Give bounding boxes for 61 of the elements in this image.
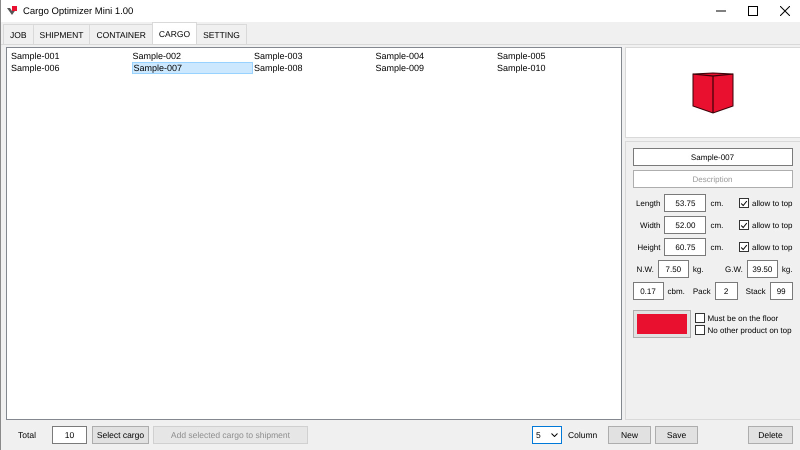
field-label: Width <box>638 220 660 230</box>
input-field[interactable]: 53.75 <box>664 194 706 212</box>
field-label: Length <box>634 198 660 208</box>
caret-icon <box>551 433 558 437</box>
unit-label: cbm. <box>668 286 685 296</box>
checkbox[interactable] <box>694 325 704 335</box>
field-label: Height <box>636 242 660 252</box>
field-label: Stack <box>746 286 766 296</box>
name-field[interactable]: Sample-007 <box>632 148 792 166</box>
cargo-item[interactable]: Sample-003 <box>253 50 374 62</box>
tab[interactable]: JOB <box>3 24 34 44</box>
option-label: No other product on top <box>708 326 792 334</box>
option-label: Must be on the floor <box>708 314 778 322</box>
description-field[interactable]: Description <box>632 170 792 188</box>
column-select[interactable]: 5 <box>532 426 562 444</box>
cargo-item[interactable]: Sample-006 <box>10 62 132 74</box>
cargo-item[interactable]: Sample-010 <box>496 62 618 74</box>
field-label: N.W. <box>635 264 654 274</box>
unit-label: cm. <box>710 198 724 208</box>
cargo-item[interactable]: Sample-001 <box>10 50 132 62</box>
color-swatch[interactable] <box>632 310 690 338</box>
close-icon[interactable] <box>780 6 790 16</box>
box-icon <box>692 72 734 114</box>
cargo-item[interactable]: Sample-004 <box>374 50 496 62</box>
checkbox[interactable] <box>739 220 750 230</box>
option-label: allow to top <box>752 198 792 208</box>
cargo-item[interactable]: Sample-005 <box>496 50 618 62</box>
input-field[interactable]: 60.75 <box>664 238 706 256</box>
cargo-item[interactable]: Sample-007 <box>132 62 253 74</box>
unit-label: kg. <box>692 264 704 274</box>
maximize-icon[interactable] <box>748 6 758 16</box>
column-label: Column <box>568 430 598 440</box>
checkbox[interactable] <box>694 313 704 323</box>
cargo-item[interactable]: Sample-009 <box>374 62 496 74</box>
unit-label: cm. <box>710 242 724 252</box>
input-field[interactable]: 7.50 <box>658 260 689 278</box>
input-field[interactable]: 52.00 <box>664 216 706 234</box>
tab[interactable]: SETTING <box>196 24 247 44</box>
option-label: allow to top <box>752 220 792 230</box>
input-field[interactable]: 0.17 <box>632 282 664 300</box>
field-label: Pack <box>692 286 711 296</box>
unit-label: cm. <box>710 220 724 230</box>
field-label: G.W. <box>725 264 743 274</box>
select-cargo-button[interactable]: Select cargo <box>92 426 149 444</box>
cargo-item[interactable]: Sample-002 <box>132 50 253 62</box>
total-field[interactable]: 10 <box>52 426 87 444</box>
action-button[interactable]: Save <box>655 426 698 444</box>
checkbox[interactable] <box>739 198 750 208</box>
total-label: Total <box>18 430 36 440</box>
input-field[interactable]: 39.50 <box>746 260 778 278</box>
input-field[interactable]: 2 <box>714 282 738 300</box>
tab[interactable]: CARGO <box>152 22 198 44</box>
action-button[interactable]: New <box>608 426 651 444</box>
checkbox[interactable] <box>739 242 750 252</box>
app-logo-icon <box>7 6 17 16</box>
action-button[interactable]: Delete <box>748 426 793 444</box>
window-title: Cargo Optimizer Mini 1.00 <box>23 6 134 16</box>
input-field[interactable]: 99 <box>770 282 793 300</box>
option-label: allow to top <box>752 242 792 252</box>
unit-label: kg. <box>782 264 792 274</box>
cargo-item[interactable]: Sample-008 <box>253 62 374 74</box>
